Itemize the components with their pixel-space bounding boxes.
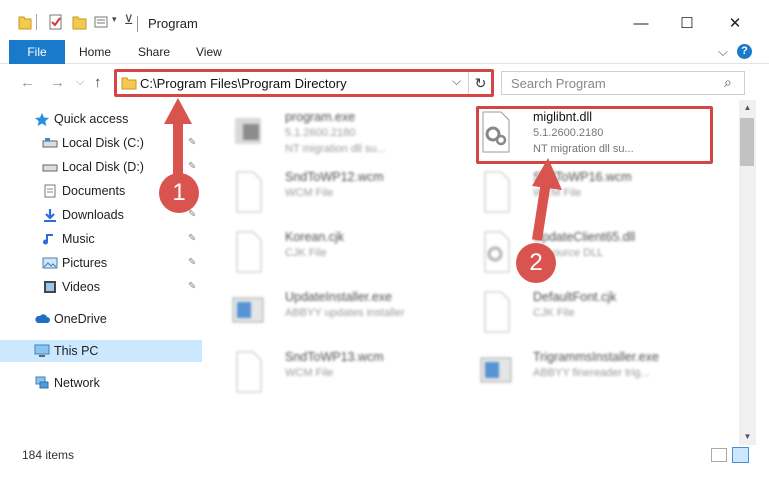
arrow-2-shaft	[532, 181, 551, 241]
annotation-arrows	[164, 98, 562, 241]
file-explorer-window: ▾ ⊻ Program — ☐ ✕ File Home Share View ⌵…	[0, 0, 769, 479]
step-badge-2: 2	[516, 243, 556, 283]
step-badge-1: 1	[159, 173, 199, 213]
arrow-2-head	[532, 158, 562, 190]
arrow-1-head	[164, 98, 192, 124]
